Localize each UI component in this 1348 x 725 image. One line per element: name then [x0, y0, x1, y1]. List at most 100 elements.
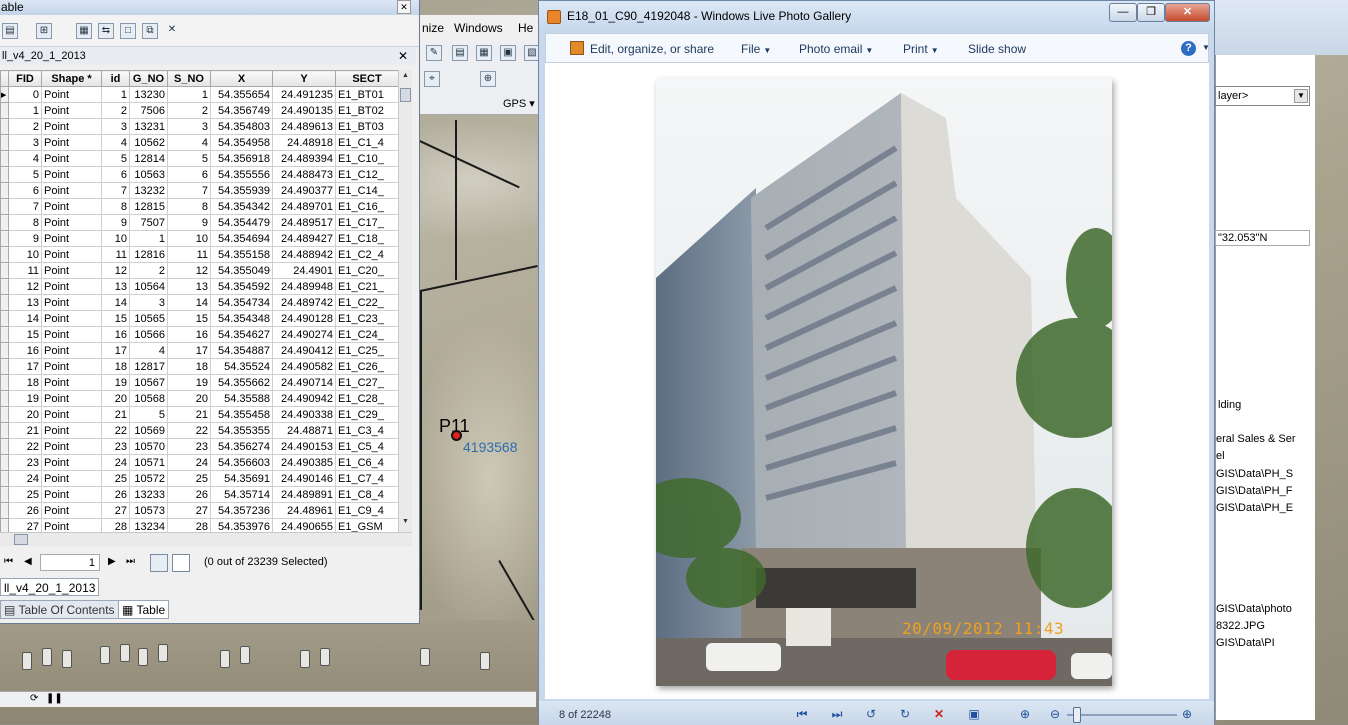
table-cell[interactable]: 24.490714: [272, 374, 336, 391]
scroll-up-icon[interactable]: ▲: [400, 72, 411, 84]
table-cell[interactable]: E1_C3_4: [335, 422, 398, 439]
table-cell[interactable]: 8: [167, 198, 211, 215]
maximize-button[interactable]: ❐: [1137, 3, 1165, 22]
table-cell[interactable]: 27: [8, 518, 42, 532]
table-cell[interactable]: Point: [41, 374, 102, 391]
table-cell[interactable]: 26: [101, 486, 130, 503]
row-selector[interactable]: [0, 326, 9, 343]
table-cell[interactable]: 9: [167, 214, 211, 231]
table-cell[interactable]: E1_BT03: [335, 118, 398, 135]
table-cell[interactable]: Point: [41, 198, 102, 215]
table-cell[interactable]: Point: [41, 470, 102, 487]
table-row[interactable]: 12 Point 13 10564 13 54.354592 24.489948 E1_C21…: [0, 278, 398, 295]
table-cell[interactable]: 54.354348: [210, 310, 273, 327]
table-cell[interactable]: 26: [167, 486, 211, 503]
table-cell[interactable]: 24.48918: [272, 134, 336, 151]
table-cell[interactable]: 1: [129, 230, 168, 247]
layer-dropdown[interactable]: layer> ▼: [1215, 86, 1310, 106]
file-menu[interactable]: File ▼: [741, 42, 771, 56]
table-cell[interactable]: 10572: [129, 470, 168, 487]
clear-selection-icon[interactable]: □: [120, 23, 136, 39]
table-cell[interactable]: 54.355939: [210, 182, 273, 199]
zoom-slider-track[interactable]: [1067, 714, 1177, 716]
row-selector[interactable]: [0, 358, 9, 375]
close-icon[interactable]: ✕: [397, 0, 411, 14]
table-cell[interactable]: 19: [101, 374, 130, 391]
table-cell[interactable]: 13234: [129, 518, 168, 532]
table-cell[interactable]: 7: [167, 182, 211, 199]
row-selector[interactable]: [0, 278, 9, 295]
table-cell[interactable]: Point: [41, 262, 102, 279]
table-cell[interactable]: 4: [167, 134, 211, 151]
delete-selected-icon[interactable]: ⧉: [142, 23, 158, 39]
rotate-right-icon[interactable]: ↻: [897, 707, 913, 721]
table-cell[interactable]: 10568: [129, 390, 168, 407]
gps-dropdown[interactable]: GPS ▾: [503, 97, 535, 110]
table-cell[interactable]: Point: [41, 358, 102, 375]
row-selector[interactable]: [0, 198, 9, 215]
table-cell[interactable]: 19: [167, 374, 211, 391]
xy-icon[interactable]: ⌖: [424, 71, 440, 87]
table-cell[interactable]: 12814: [129, 150, 168, 167]
edit-organize-share-button[interactable]: Edit, organize, or share: [590, 42, 714, 56]
table-cell[interactable]: Point: [41, 438, 102, 455]
table-cell[interactable]: 0: [8, 86, 42, 103]
record-number-input[interactable]: 1: [40, 554, 100, 571]
table-cell[interactable]: Point: [41, 310, 102, 327]
table-row[interactable]: 11 Point 12 2 12 54.355049 24.4901 E1_C20_: [0, 262, 398, 279]
table-cell[interactable]: 5: [8, 166, 42, 183]
table-cell[interactable]: E1_C5_4: [335, 438, 398, 455]
table-cell[interactable]: 24.490385: [272, 454, 336, 471]
table-row[interactable]: 14 Point 15 10565 15 54.354348 24.490128 E1_C23…: [0, 310, 398, 327]
table-cell[interactable]: Point: [41, 294, 102, 311]
table-cell[interactable]: 6: [101, 166, 130, 183]
table-cell[interactable]: 54.353976: [210, 518, 273, 532]
row-selector[interactable]: [0, 230, 9, 247]
table-cell[interactable]: 24.488473: [272, 166, 336, 183]
table-cell[interactable]: 2: [167, 102, 211, 119]
next-photo-icon[interactable]: ⏭: [829, 707, 845, 721]
table-cell[interactable]: E1_C14_: [335, 182, 398, 199]
table-cell[interactable]: 54.356749: [210, 102, 273, 119]
table-cell[interactable]: 54.35691: [210, 470, 273, 487]
previous-record-icon[interactable]: ◀: [24, 556, 32, 567]
layer-tab[interactable]: ll_v4_20_1_2013: [0, 578, 100, 596]
row-selector[interactable]: [0, 438, 9, 455]
table-cell[interactable]: 17: [101, 342, 130, 359]
table-cell[interactable]: E1_C8_4: [335, 486, 398, 503]
help-icon[interactable]: ?: [1181, 41, 1196, 56]
next-record-icon[interactable]: ▶: [108, 556, 116, 567]
table-cell[interactable]: 25: [101, 470, 130, 487]
table-cell[interactable]: 24.490377: [272, 182, 336, 199]
table-cell[interactable]: 24.489701: [272, 198, 336, 215]
hscroll-thumb[interactable]: [14, 534, 28, 545]
table-cell[interactable]: 24.4901: [272, 262, 336, 279]
table-cell[interactable]: 5: [167, 150, 211, 167]
table-cell[interactable]: 20: [167, 390, 211, 407]
table-cell[interactable]: 12815: [129, 198, 168, 215]
table-cell[interactable]: E1_C7_4: [335, 470, 398, 487]
table-row[interactable]: 26 Point 27 10573 27 54.357236 24.48961 E1_C9_4: [0, 502, 398, 519]
table-cell[interactable]: 24.489517: [272, 214, 336, 231]
table-cell[interactable]: Point: [41, 102, 102, 119]
table-cell[interactable]: E1_C24_: [335, 326, 398, 343]
table-cell[interactable]: E1_C29_: [335, 406, 398, 423]
row-selector[interactable]: [0, 374, 9, 391]
table-row[interactable]: 25 Point 26 13233 26 54.35714 24.489891 E1_C8_4: [0, 486, 398, 503]
table-row[interactable]: 18 Point 19 10567 19 54.355662 24.490714 E1_C27…: [0, 374, 398, 391]
table-cell[interactable]: Point: [41, 406, 102, 423]
table-cell[interactable]: 24: [8, 470, 42, 487]
table-row[interactable]: 8 Point 9 7507 9 54.354479 24.489517 E1_C17_: [0, 214, 398, 231]
table-cell[interactable]: E1_C18_: [335, 230, 398, 247]
table-cell[interactable]: Point: [41, 390, 102, 407]
table-cell[interactable]: 12816: [129, 246, 168, 263]
table-cell[interactable]: 24.489891: [272, 486, 336, 503]
table-row[interactable]: 1 Point 2 7506 2 54.356749 24.490135 E1_BT02: [0, 102, 398, 119]
table-cell[interactable]: 7507: [129, 214, 168, 231]
table-cell[interactable]: E1_C6_4: [335, 454, 398, 471]
table-cell[interactable]: 22: [8, 438, 42, 455]
table-cell[interactable]: 54.354694: [210, 230, 273, 247]
toolbox-icon[interactable]: ▣: [500, 45, 516, 61]
table-cell[interactable]: Point: [41, 230, 102, 247]
table-cell[interactable]: 13232: [129, 182, 168, 199]
